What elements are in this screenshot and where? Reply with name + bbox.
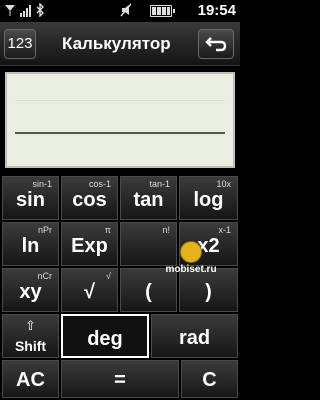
- back-arrow-icon: [205, 37, 227, 52]
- factorial-label: n!: [162, 225, 170, 235]
- cos-button[interactable]: cos-1 cos: [61, 176, 118, 220]
- sin-label: sin: [16, 189, 45, 211]
- log-button[interactable]: 10x log: [179, 176, 238, 220]
- sin-button[interactable]: sin-1 sin: [2, 176, 59, 220]
- npr-label: nPr: [37, 225, 52, 235]
- deg-button[interactable]: deg: [61, 314, 149, 358]
- calculator-display[interactable]: [5, 72, 235, 168]
- watermark-logo-icon: [180, 241, 202, 263]
- ln-button[interactable]: nPr ln: [2, 222, 59, 266]
- tan-inverse-label: tan-1: [149, 179, 170, 189]
- battery-icon: [150, 5, 175, 17]
- y-root-label: √: [106, 271, 111, 281]
- equals-label: =: [114, 369, 126, 391]
- x-power-y-button[interactable]: nCr xy: [2, 268, 59, 312]
- page-title: Калькулятор: [62, 34, 171, 53]
- keypad: sin-1 sin cos-1 cos tan-1 tan 10x log nP…: [0, 174, 240, 400]
- status-bar: 19:54: [0, 0, 240, 22]
- tan-label: tan: [133, 189, 164, 211]
- clear-label: C: [202, 369, 217, 391]
- watermark: mobiset.ru: [158, 241, 224, 283]
- clear-button[interactable]: C: [181, 360, 238, 398]
- deg-label: deg: [87, 328, 123, 350]
- expression-line: [15, 100, 225, 101]
- back-button[interactable]: [198, 29, 234, 59]
- ncr-label: nCr: [37, 271, 52, 281]
- watermark-text: mobiset.ru: [165, 264, 217, 275]
- title-bar: 123 Калькулятор: [0, 22, 240, 66]
- x-inverse-label: x-1: [218, 225, 231, 235]
- ln-label: ln: [21, 235, 40, 257]
- ten-power-label: 10x: [216, 179, 231, 189]
- bluetooth-icon: [34, 2, 46, 19]
- clock: 19:54: [197, 2, 236, 19]
- cos-inverse-label: cos-1: [88, 179, 111, 189]
- exp-button[interactable]: π Exp: [61, 222, 118, 266]
- cos-label: cos: [72, 189, 107, 211]
- sqrt-label: √: [84, 281, 95, 303]
- mute-icon: [120, 3, 132, 19]
- result-line: [15, 132, 225, 134]
- log-label: log: [193, 189, 224, 211]
- pi-label: π: [104, 225, 111, 235]
- tan-button[interactable]: tan-1 tan: [120, 176, 177, 220]
- exp-label: Exp: [71, 235, 108, 257]
- signal-bars-icon: [20, 3, 32, 19]
- left-paren-label: (: [145, 281, 152, 303]
- right-paren-label: ): [205, 281, 212, 303]
- equals-button[interactable]: =: [61, 360, 179, 398]
- all-clear-button[interactable]: AC: [2, 360, 59, 398]
- rad-label: rad: [178, 327, 211, 349]
- shift-button[interactable]: ⇧ Shift: [2, 314, 59, 358]
- sqrt-button[interactable]: √ √: [61, 268, 118, 312]
- signal-icon: [4, 3, 16, 19]
- sin-inverse-label: sin-1: [32, 179, 52, 189]
- all-clear-label: AC: [16, 369, 45, 391]
- x-power-y-label: xy: [19, 281, 42, 303]
- shift-label: Shift: [14, 338, 47, 354]
- rad-button[interactable]: rad: [151, 314, 238, 358]
- mode-123-button[interactable]: 123: [4, 29, 36, 59]
- shift-arrow-icon: ⇧: [25, 318, 36, 333]
